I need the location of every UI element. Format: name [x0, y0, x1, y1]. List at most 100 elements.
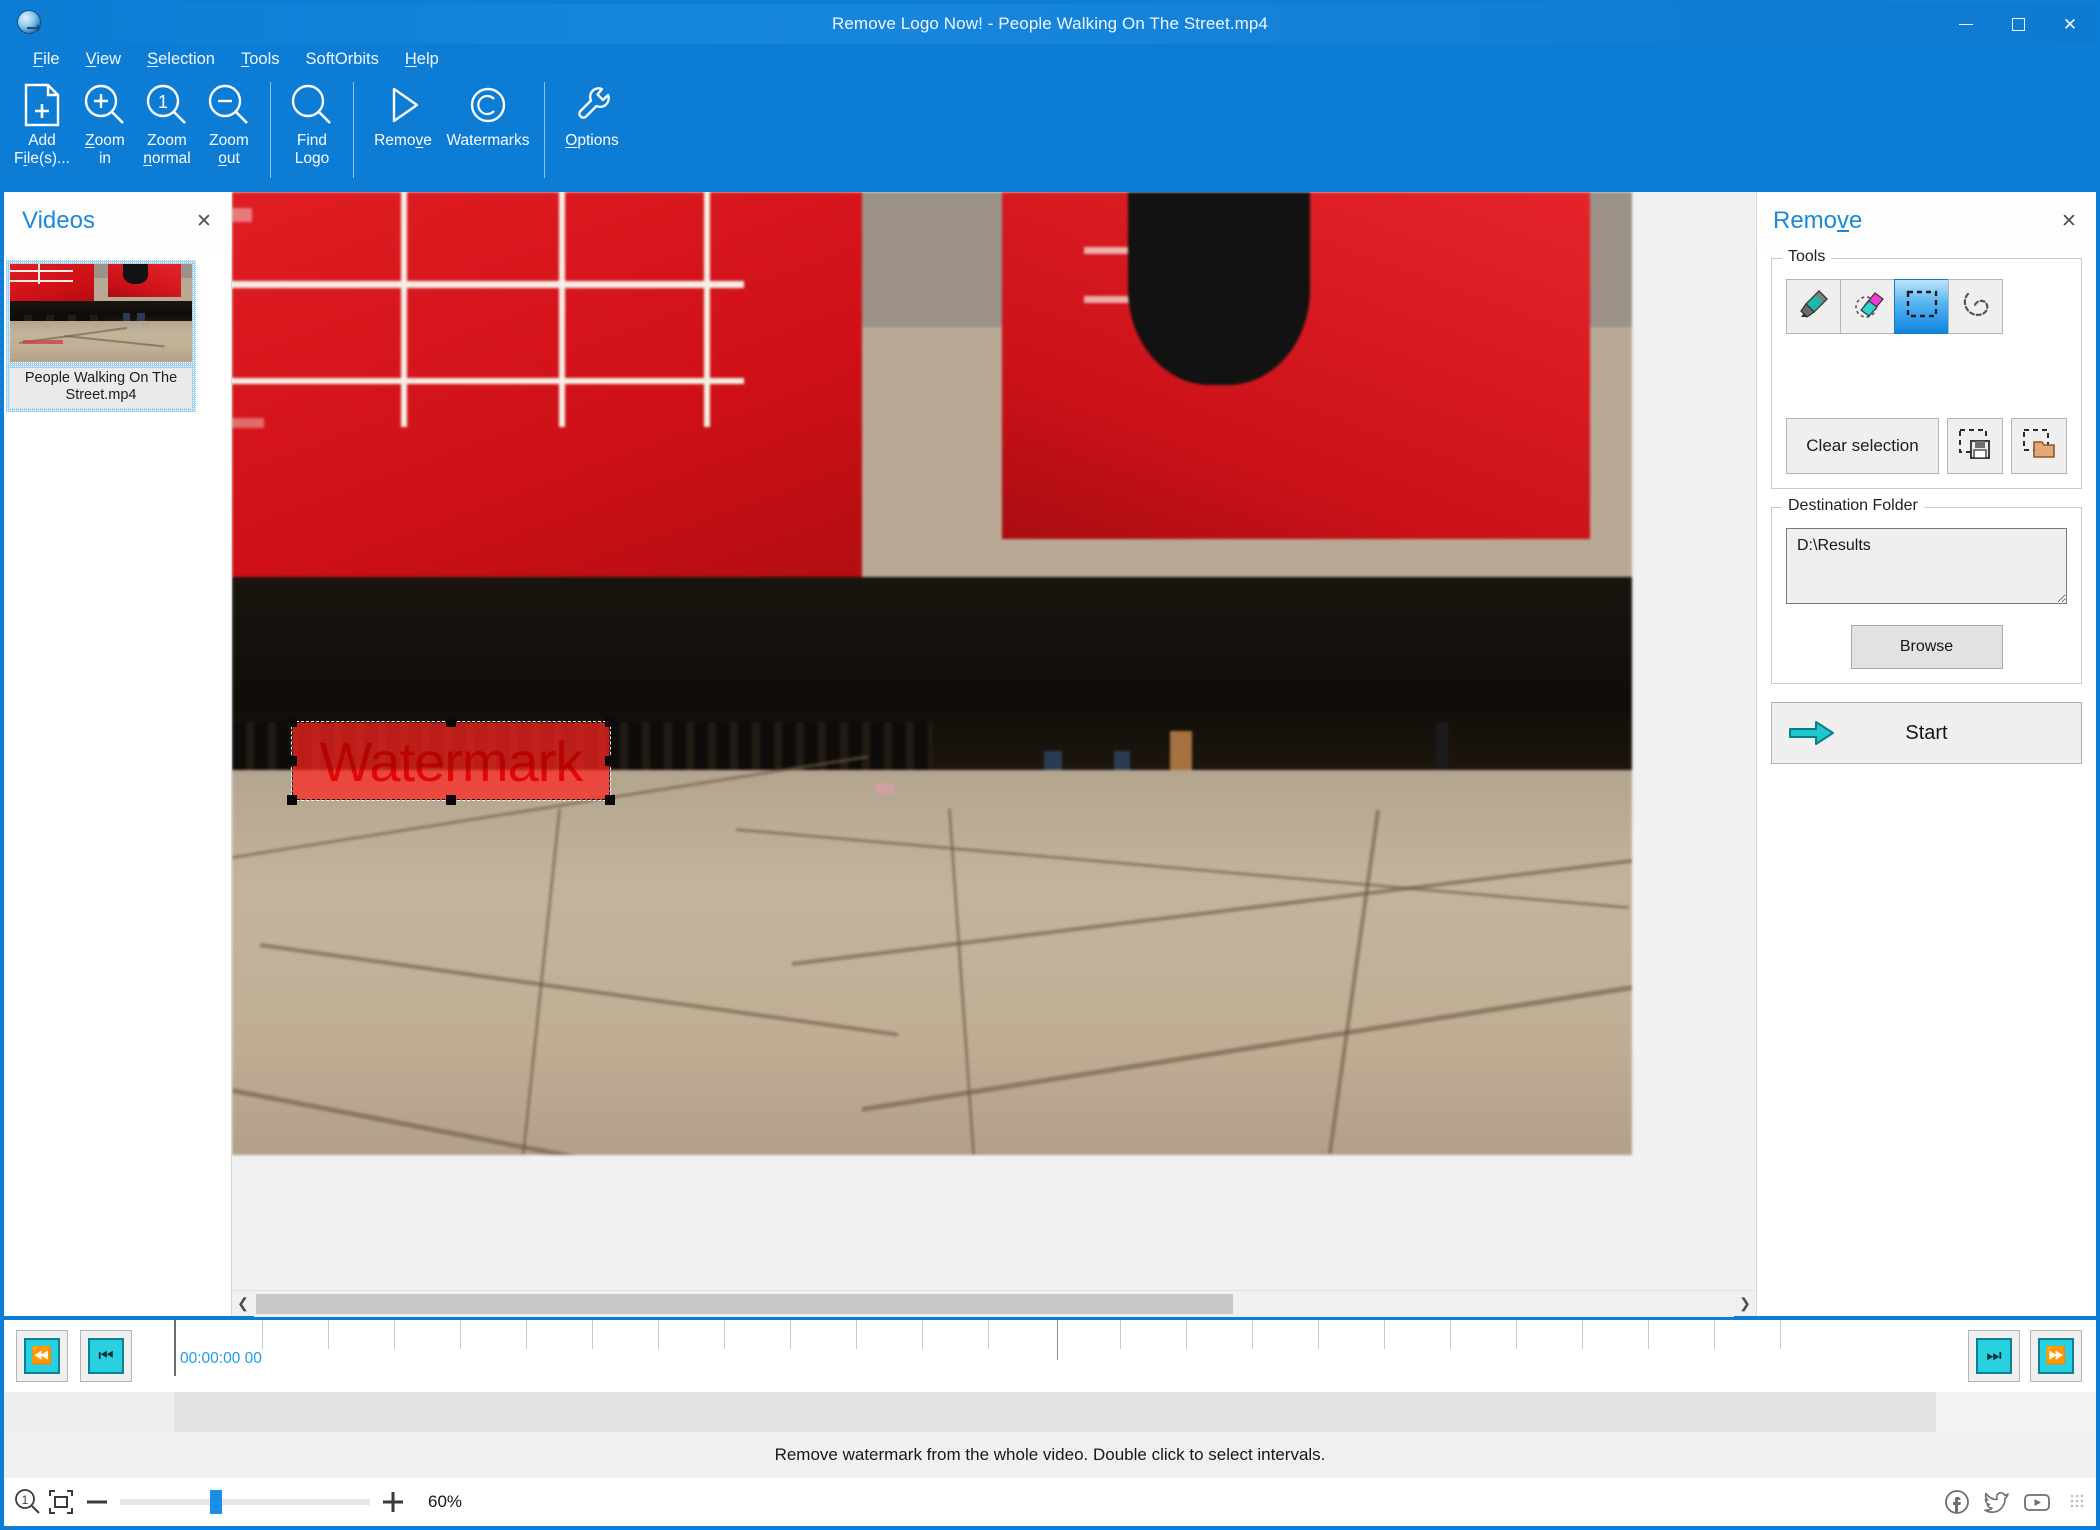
- zoom-in-plus-icon[interactable]: [374, 1490, 412, 1514]
- skip-to-end-button[interactable]: ⏩: [2030, 1330, 2082, 1382]
- selection-actions-row: Clear selection: [1786, 418, 2067, 474]
- step-back-button[interactable]: ⏮: [80, 1330, 132, 1382]
- application-window: ➞ Remove Logo Now! - People Walking On T…: [0, 0, 2100, 1530]
- minimize-button[interactable]: [1940, 4, 1992, 44]
- selection-handle-sw[interactable]: [287, 795, 297, 805]
- menu-tools-rest: ools: [249, 50, 280, 68]
- step-forward-icon: ⏭: [1976, 1338, 2012, 1374]
- window-title: Remove Logo Now! - People Walking On The…: [832, 14, 1268, 33]
- marker-tool-button[interactable]: [1786, 279, 1841, 334]
- skip-to-end-icon: ⏩: [2038, 1338, 2074, 1374]
- toolbar-remove-button[interactable]: Remove: [364, 74, 442, 150]
- chevron-left-icon[interactable]: ❮: [232, 1295, 254, 1312]
- toolbar-options-button[interactable]: Options: [555, 74, 629, 150]
- resize-grip-icon[interactable]: [2070, 1494, 2086, 1510]
- toolbar-zoom-normal-button[interactable]: 1 Zoom normal: [136, 74, 198, 168]
- selection-handle-s[interactable]: [446, 795, 456, 805]
- toolbar-zoom-normal-label: Zoom normal: [143, 132, 191, 167]
- watermark-text: Watermark: [319, 729, 584, 793]
- scrollbar-track[interactable]: [254, 1290, 1734, 1317]
- eraser-tool-button[interactable]: [1840, 279, 1895, 334]
- toolbar-add-files-button[interactable]: Add File(s)...: [10, 74, 74, 168]
- selection-handle-e[interactable]: [605, 756, 615, 766]
- chevron-right-icon[interactable]: ❯: [1734, 1295, 1756, 1312]
- viewer-padding: [232, 1168, 1756, 1290]
- timeline-playhead[interactable]: [174, 1320, 176, 1376]
- save-selection-icon: [1958, 428, 1992, 465]
- menu-softorbits-label: SoftOrbits: [305, 50, 379, 68]
- selection-handle-se[interactable]: [605, 795, 615, 805]
- copyright-icon: [465, 80, 511, 130]
- timeline-interval-strip[interactable]: [4, 1392, 2096, 1432]
- toolbar-zoom-out-button[interactable]: Zoom out: [198, 74, 260, 168]
- maximize-button[interactable]: [1992, 4, 2044, 44]
- menu-view-rest: iew: [96, 50, 122, 68]
- viewer-horizontal-scrollbar[interactable]: ❮ ❯: [232, 1290, 1756, 1317]
- menu-view[interactable]: View: [73, 46, 134, 72]
- toolbar-separator-1: [269, 82, 271, 178]
- zoom-slider-thumb[interactable]: [210, 1490, 222, 1514]
- load-selection-button[interactable]: [2011, 418, 2067, 474]
- zoom-normal-icon: 1: [143, 80, 191, 130]
- video-thumbnail: [10, 264, 192, 362]
- remove-panel-header: Remove ✕: [1757, 192, 2096, 250]
- facebook-icon[interactable]: [1940, 1485, 1974, 1519]
- toolbar-find-logo-button[interactable]: Find Logo: [281, 74, 343, 168]
- rectangle-select-icon: [1905, 289, 1939, 324]
- strip-interval-full[interactable]: [174, 1392, 1936, 1432]
- video-viewer[interactable]: Watermark: [232, 192, 1756, 1168]
- selection-handle-n[interactable]: [446, 717, 456, 727]
- toolbar-zoom-out-label: Zoom out: [209, 132, 249, 167]
- remove-panel-close-icon[interactable]: ✕: [2056, 208, 2082, 234]
- toolbar-find-logo-label: Find Logo: [294, 132, 330, 167]
- timeline-ruler[interactable]: 00:00:00 00: [174, 1320, 1936, 1392]
- menu-tools[interactable]: Tools: [228, 46, 293, 72]
- close-button[interactable]: ✕: [2044, 4, 2096, 44]
- clear-selection-button[interactable]: Clear selection: [1786, 418, 1939, 474]
- save-selection-button[interactable]: [1947, 418, 2003, 474]
- tools-spacer: [1786, 334, 2067, 418]
- twitter-icon[interactable]: [1980, 1485, 2014, 1519]
- lasso-select-tool-button[interactable]: [1948, 279, 2003, 334]
- video-canvas[interactable]: Watermark: [232, 192, 1632, 1155]
- zoom-slider[interactable]: [120, 1490, 370, 1514]
- arrow-right-icon: [1788, 718, 1836, 748]
- zoom-one-icon[interactable]: 1: [10, 1485, 44, 1519]
- menu-help-rest: elp: [416, 50, 439, 68]
- menu-help[interactable]: Help: [392, 46, 452, 72]
- toolbar-remove-label: Remove: [374, 132, 432, 149]
- start-button[interactable]: Start: [1771, 702, 2082, 764]
- selection-handle-w[interactable]: [287, 756, 297, 766]
- video-list: People Walking On The Street.mp4: [4, 250, 231, 412]
- list-item-label: People Walking On The Street.mp4: [10, 368, 192, 408]
- menu-selection[interactable]: Selection: [134, 46, 228, 72]
- menu-softorbits[interactable]: SoftOrbits: [293, 46, 392, 72]
- zoom-out-minus-icon[interactable]: [78, 1498, 116, 1506]
- load-selection-icon: [2022, 428, 2056, 465]
- strip-right-pad: [1936, 1392, 2096, 1432]
- list-item[interactable]: People Walking On The Street.mp4: [6, 260, 196, 412]
- window-controls: ✕: [1940, 4, 2096, 44]
- viewer-column: Watermark ❮ ❯: [232, 192, 1756, 1317]
- step-back-icon: ⏮: [88, 1338, 124, 1374]
- fit-to-window-icon[interactable]: [44, 1485, 78, 1519]
- step-forward-button[interactable]: ⏭: [1968, 1330, 2020, 1382]
- scrollbar-thumb[interactable]: [256, 1293, 1233, 1314]
- footer-bar: 1 60%: [4, 1478, 2096, 1526]
- selection-handle-ne[interactable]: [605, 717, 615, 727]
- video-frame-image: [232, 192, 1632, 1155]
- browse-button[interactable]: Browse: [1850, 625, 2003, 669]
- youtube-icon[interactable]: [2020, 1485, 2054, 1519]
- watermark-selection-box[interactable]: Watermark: [287, 717, 615, 805]
- tools-group: Tools Clear selection: [1771, 248, 2082, 489]
- toolbar-zoom-in-button[interactable]: Zoom in: [74, 74, 136, 168]
- skip-to-start-button[interactable]: ⏪: [16, 1330, 68, 1382]
- selection-handle-nw[interactable]: [287, 717, 297, 727]
- toolbar-watermarks-button[interactable]: Watermarks: [442, 74, 534, 150]
- title-bar: ➞ Remove Logo Now! - People Walking On T…: [4, 4, 2096, 44]
- destination-folder-input[interactable]: [1786, 528, 2067, 604]
- rectangle-select-tool-button[interactable]: [1894, 279, 1949, 334]
- videos-panel-close-icon[interactable]: ✕: [191, 208, 217, 234]
- menu-file[interactable]: File: [20, 46, 73, 72]
- svg-text:1: 1: [22, 1493, 29, 1507]
